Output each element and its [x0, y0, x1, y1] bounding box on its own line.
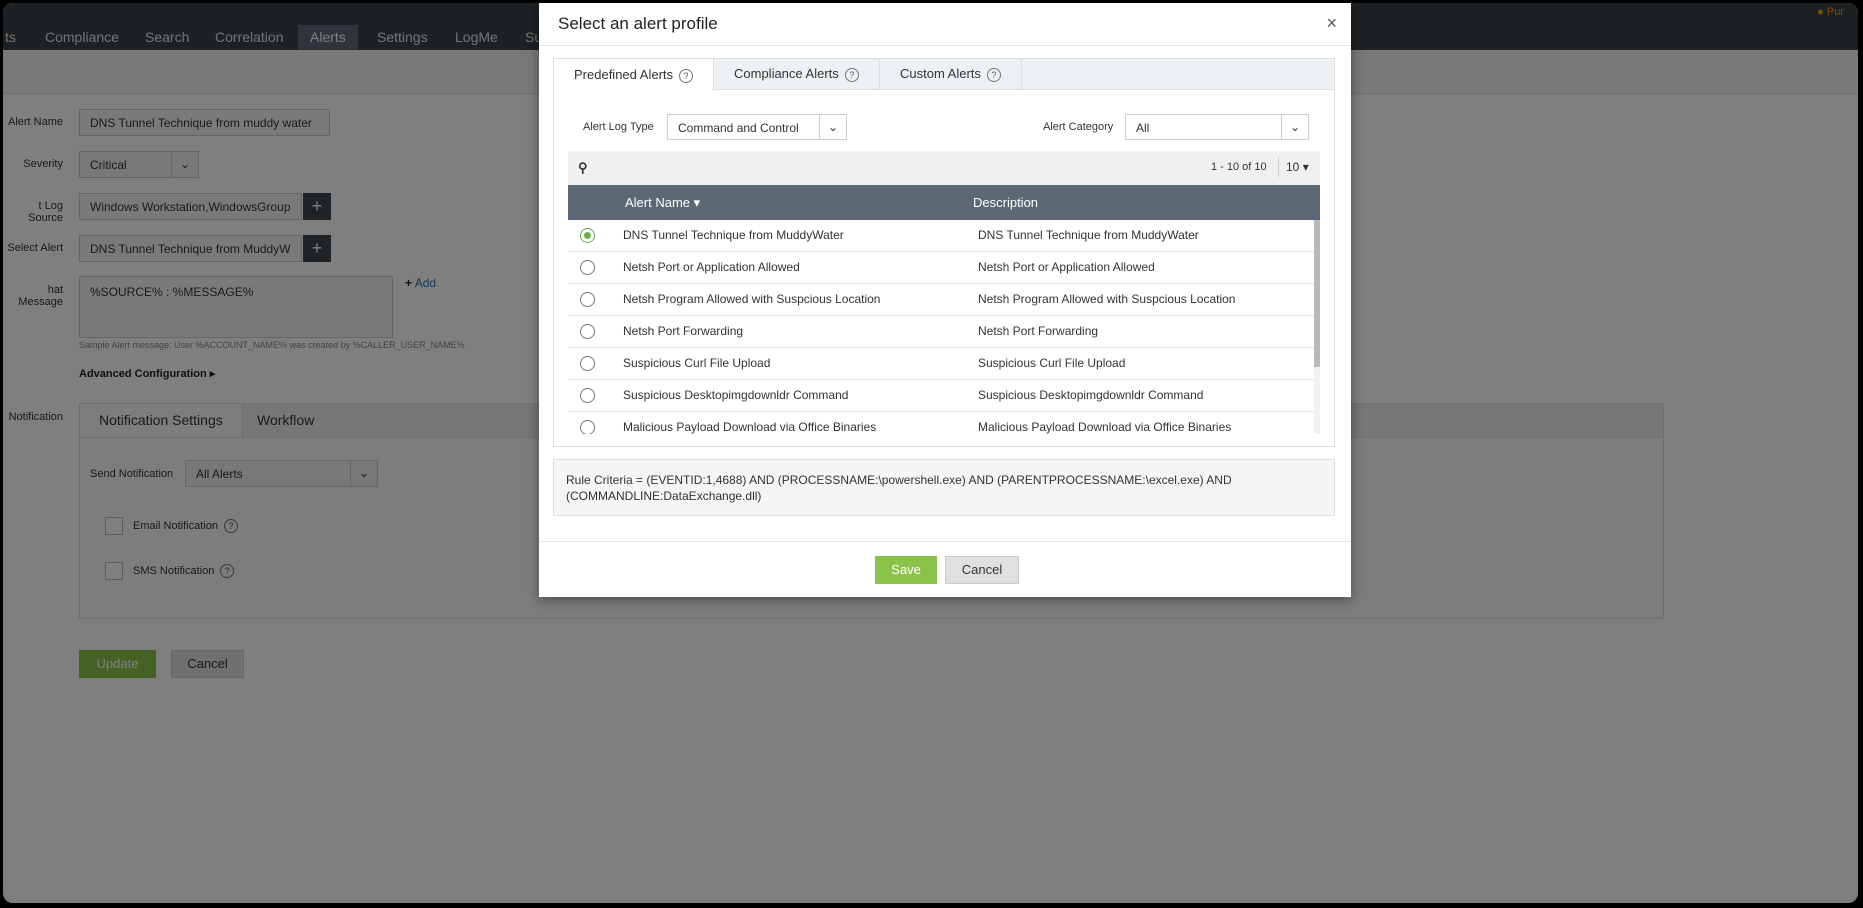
pagination-text: 1 - 10 of 10: [1211, 161, 1267, 173]
radio-button[interactable]: [580, 228, 595, 243]
divider: [539, 541, 1351, 542]
description-cell: Netsh Program Allowed with Suspcious Loc…: [978, 292, 1236, 306]
alert-type-tabs: Predefined Alerts? Compliance Alerts? Cu…: [553, 58, 1335, 91]
divider: [1278, 157, 1279, 177]
alert-name-cell: Netsh Port Forwarding: [623, 324, 744, 338]
alert-category-label: Alert Category: [1043, 121, 1114, 133]
table-row[interactable]: Suspicious Desktopimgdownldr Command Susp…: [568, 380, 1314, 412]
divider: [539, 45, 1351, 46]
col-description[interactable]: Description: [973, 195, 1038, 210]
alert-list: DNS Tunnel Technique from MuddyWater DNS …: [568, 220, 1314, 434]
scrollbar-thumb[interactable]: [1314, 220, 1320, 367]
alert-name-cell: Suspicious Desktopimgdownldr Command: [623, 388, 849, 402]
radio-button[interactable]: [580, 420, 595, 434]
rule-criteria: Rule Criteria = (EVENTID:1,4688) AND (PR…: [553, 459, 1335, 516]
table-row[interactable]: Malicious Payload Download via Office Bi…: [568, 412, 1314, 434]
sort-desc-icon: ▾: [693, 195, 701, 210]
radio-button[interactable]: [580, 324, 595, 339]
alert-name-cell: Malicious Payload Download via Office Bi…: [623, 420, 877, 434]
table-row[interactable]: Suspicious Curl File Upload Suspicious Cu…: [568, 348, 1314, 380]
dialog-title: Select an alert profile: [558, 14, 718, 33]
help-icon[interactable]: ?: [679, 68, 694, 83]
table-row[interactable]: Netsh Port Forwarding Netsh Port Forwardi…: [568, 316, 1314, 348]
help-icon[interactable]: ?: [844, 67, 859, 82]
description-cell: Suspicious Curl File Upload: [978, 356, 1126, 370]
chevron-down-icon: ⌄: [819, 115, 846, 139]
caret-down-icon: ▾: [1302, 160, 1309, 174]
alert-name-cell: Netsh Port or Application Allowed: [623, 260, 800, 274]
description-cell: DNS Tunnel Technique from MuddyWater: [978, 228, 1199, 242]
radio-button[interactable]: [580, 356, 595, 371]
table-row[interactable]: Netsh Program Allowed with Suspcious Loc…: [568, 284, 1314, 316]
alert-name-cell: DNS Tunnel Technique from MuddyWater: [623, 228, 844, 242]
radio-button[interactable]: [580, 388, 595, 403]
alert-profile-dialog: Select an alert profile × Predefined Ale…: [539, 3, 1351, 597]
page-size-select[interactable]: 10 ▾: [1286, 160, 1309, 174]
scrollbar[interactable]: [1314, 220, 1320, 434]
chevron-down-icon: ⌄: [1281, 115, 1308, 139]
description-cell: Suspicious Desktopimgdownldr Command: [978, 388, 1204, 402]
alert-name-cell: Netsh Program Allowed with Suspcious Loc…: [623, 292, 881, 306]
app-window: ts Compliance Search Correlation Alerts …: [3, 3, 1858, 903]
grid-toolbar: ⚲ 1 - 10 of 10 10 ▾: [568, 151, 1320, 185]
description-cell: Netsh Port or Application Allowed: [978, 260, 1155, 274]
save-button[interactable]: Save: [875, 556, 937, 584]
dialog-cancel-button[interactable]: Cancel: [945, 556, 1019, 584]
alert-log-type-label: Alert Log Type: [583, 121, 654, 133]
search-icon[interactable]: ⚲: [578, 160, 588, 176]
alert-log-type-value: Command and Control: [678, 121, 799, 135]
radio-button[interactable]: [580, 292, 595, 307]
description-cell: Malicious Payload Download via Office Bi…: [978, 420, 1232, 434]
table-row[interactable]: DNS Tunnel Technique from MuddyWater DNS …: [568, 220, 1314, 252]
alert-category-select[interactable]: All ⌄: [1125, 114, 1309, 140]
tab-custom-alerts[interactable]: Custom Alerts?: [880, 58, 1022, 90]
close-icon[interactable]: ×: [1326, 13, 1337, 34]
alert-category-value: All: [1136, 121, 1150, 135]
description-cell: Netsh Port Forwarding: [978, 324, 1099, 338]
table-row[interactable]: Netsh Port or Application Allowed Netsh P…: [568, 252, 1314, 284]
radio-button[interactable]: [580, 260, 595, 275]
tab-predefined-alerts[interactable]: Predefined Alerts?: [553, 58, 714, 91]
alert-name-cell: Suspicious Curl File Upload: [623, 356, 771, 370]
alert-log-type-select[interactable]: Command and Control ⌄: [667, 114, 847, 140]
grid-header: Alert Name ▾ Description: [568, 185, 1320, 220]
help-icon[interactable]: ?: [986, 67, 1001, 82]
tab-compliance-alerts[interactable]: Compliance Alerts?: [714, 58, 880, 90]
col-alert-name[interactable]: Alert Name ▾: [625, 195, 700, 211]
